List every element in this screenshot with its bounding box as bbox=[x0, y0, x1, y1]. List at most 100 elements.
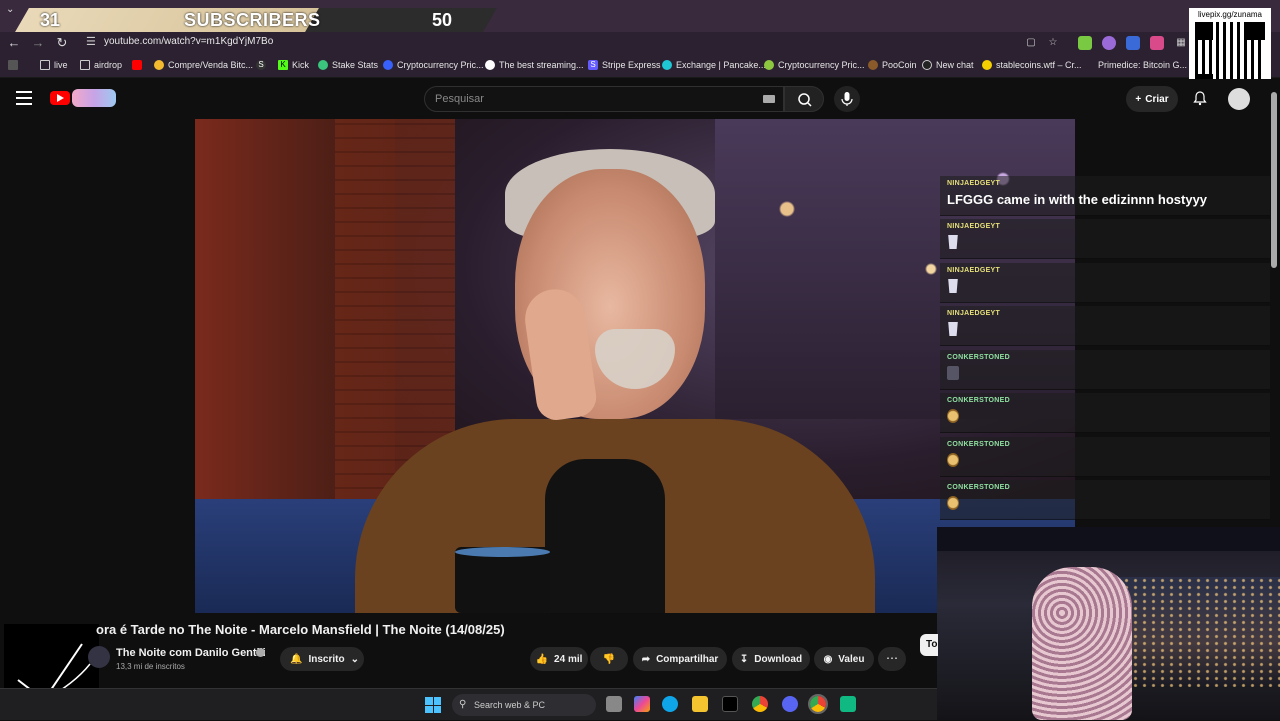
chevron-down-icon: ⌄ bbox=[350, 653, 359, 665]
subscriber-goal: 50 bbox=[432, 10, 453, 30]
thanks-button[interactable]: ◉ Valeu bbox=[814, 647, 874, 671]
poocoin-icon bbox=[868, 60, 878, 70]
windows-start-icon[interactable] bbox=[425, 697, 441, 713]
download-button[interactable]: ↧ Download bbox=[732, 647, 810, 671]
chat-message: NINJAEDGEYT bbox=[940, 263, 1270, 303]
bookmark-new-chat[interactable]: New chat bbox=[922, 60, 974, 70]
bookmarks-bar: live airdrop Compre/Venda Bitc... S K Kic… bbox=[0, 54, 1280, 78]
dislike-button[interactable]: 👎 bbox=[590, 647, 628, 671]
bookmark-stake[interactable]: S bbox=[256, 60, 266, 70]
account-avatar[interactable] bbox=[1228, 88, 1250, 110]
search-icon bbox=[798, 93, 812, 107]
url-field[interactable]: youtube.com/watch?v=m1KgdYjM7Bo bbox=[104, 36, 273, 47]
voice-search-button[interactable] bbox=[834, 86, 860, 112]
stablecoins-icon bbox=[982, 60, 992, 70]
notifications-bell-icon[interactable] bbox=[1192, 90, 1208, 106]
like-button[interactable]: 👍 24 mil bbox=[530, 647, 588, 671]
bookmark-airdrop[interactable]: airdrop bbox=[80, 60, 122, 70]
side-panel-button[interactable]: To bbox=[920, 634, 938, 656]
edge-icon[interactable] bbox=[662, 696, 678, 712]
bookmark-pancake[interactable]: Exchange | Pancake... bbox=[662, 60, 766, 70]
chat-message: NINJAEDGEYT bbox=[940, 219, 1270, 259]
browser-tab-bar: ⌄ 31 SUBSCRIBERS 50 bbox=[0, 0, 1280, 32]
chat-message: CONKERSTONED bbox=[940, 393, 1270, 433]
thumbs-down-icon: 👎 bbox=[602, 653, 616, 665]
keyboard-icon[interactable] bbox=[763, 95, 775, 103]
chat-message: CONKERSTONED bbox=[940, 437, 1270, 477]
cup-emote-icon bbox=[948, 322, 958, 336]
extension-pink-icon[interactable] bbox=[1150, 36, 1164, 50]
chat-text: LFGGG came in with the edizinnn hostyyy bbox=[947, 192, 1208, 207]
bookmark-poocoin[interactable]: PooCoin bbox=[868, 60, 917, 70]
channel-avatar[interactable] bbox=[88, 646, 110, 668]
chat-username: NINJAEDGEYT bbox=[947, 180, 1001, 187]
bookmark-stake-stats[interactable]: Stake Stats bbox=[318, 60, 378, 70]
youtube-logo-icon[interactable] bbox=[50, 91, 70, 105]
extension-blue-icon[interactable] bbox=[1126, 36, 1140, 50]
channel-name[interactable]: The Noite com Danilo Gentili bbox=[116, 647, 266, 659]
bookmark-youtube[interactable] bbox=[132, 60, 142, 70]
extension-green-icon[interactable] bbox=[1078, 36, 1092, 50]
back-arrow-icon[interactable]: ← bbox=[6, 35, 22, 51]
coingecko-icon bbox=[764, 60, 774, 70]
chat-username: CONKERSTONED bbox=[947, 484, 1010, 491]
subscribed-button[interactable]: 🔔 Inscrito ⌄ bbox=[280, 647, 364, 671]
bookmark-kick[interactable]: K Kick bbox=[278, 60, 309, 70]
app-green-icon[interactable] bbox=[840, 696, 856, 712]
chrome-profile-icon[interactable] bbox=[808, 694, 828, 714]
avatar-emote-icon bbox=[947, 366, 959, 380]
site-info-icon[interactable]: ☰ bbox=[86, 35, 96, 48]
bookmark-star-icon[interactable]: ☆ bbox=[1046, 36, 1060, 50]
search-icon: ⚲ bbox=[459, 699, 467, 710]
search-input[interactable]: Pesquisar bbox=[424, 86, 784, 112]
extension-purple-icon[interactable] bbox=[1102, 36, 1116, 50]
chat-username: NINJAEDGEYT bbox=[947, 223, 1001, 230]
stake-icon: S bbox=[256, 60, 266, 70]
binance-icon bbox=[154, 60, 164, 70]
download-icon: ↧ bbox=[739, 653, 749, 665]
bookmark-stripe[interactable]: S Stripe Express bbox=[588, 60, 661, 70]
bookmark-live[interactable]: live bbox=[40, 60, 68, 70]
chrome-icon[interactable] bbox=[752, 696, 768, 712]
discord-icon[interactable] bbox=[782, 696, 798, 712]
install-app-icon[interactable]: ▢ bbox=[1024, 36, 1038, 50]
apps-grid-icon[interactable] bbox=[8, 60, 18, 70]
page-scrollbar[interactable] bbox=[1271, 92, 1277, 268]
youtube-doodle[interactable] bbox=[72, 89, 116, 107]
bookmark-stablecoins[interactable]: stablecoins.wtf – Cr... bbox=[982, 60, 1082, 70]
subscriber-label: SUBSCRIBERS bbox=[184, 10, 321, 30]
folder-icon bbox=[80, 60, 90, 70]
taskbar-search[interactable]: ⚲ Search web & PC bbox=[452, 694, 596, 716]
plus-icon: + bbox=[1135, 93, 1142, 105]
search-button[interactable] bbox=[784, 86, 824, 112]
folder-icon bbox=[40, 60, 50, 70]
more-actions-icon[interactable]: ⋯ bbox=[878, 647, 906, 671]
subscriber-goal-overlay: 31 SUBSCRIBERS 50 bbox=[0, 8, 497, 32]
copilot-icon[interactable] bbox=[634, 696, 650, 712]
cup-emote-icon bbox=[948, 235, 958, 249]
bookmark-coingecko[interactable]: Cryptocurrency Pric... bbox=[764, 60, 865, 70]
bookmark-streaming[interactable]: The best streaming... bbox=[485, 60, 584, 70]
task-view-icon[interactable] bbox=[606, 696, 622, 712]
extensions-puzzle-icon[interactable]: ▦ bbox=[1174, 36, 1188, 50]
streaming-icon bbox=[485, 60, 495, 70]
chat-username: CONKERSTONED bbox=[947, 397, 1010, 404]
youtube-icon bbox=[132, 60, 142, 70]
pancake-icon bbox=[662, 60, 672, 70]
create-button[interactable]: + Criar bbox=[1126, 86, 1178, 112]
forward-arrow-icon[interactable]: → bbox=[30, 35, 46, 51]
file-explorer-icon[interactable] bbox=[692, 696, 708, 712]
openai-icon bbox=[922, 60, 932, 70]
share-button[interactable]: ➦ Compartilhar bbox=[633, 647, 727, 671]
bookmark-binance[interactable]: Compre/Venda Bitc... bbox=[154, 60, 253, 70]
kick-icon: K bbox=[278, 60, 288, 70]
face-emote-icon bbox=[947, 496, 959, 510]
tiktok-icon[interactable] bbox=[722, 696, 738, 712]
reload-icon[interactable]: ↻ bbox=[54, 35, 70, 51]
chat-username: CONKERSTONED bbox=[947, 441, 1010, 448]
bookmark-primedice[interactable]: Primedice: Bitcoin G... bbox=[1098, 60, 1187, 70]
hamburger-menu-icon[interactable] bbox=[16, 91, 32, 105]
share-icon: ➦ bbox=[641, 653, 651, 665]
qr-caption: livepix.gg/zunama bbox=[1197, 10, 1263, 19]
bookmark-cmc[interactable]: Cryptocurrency Pric... bbox=[383, 60, 484, 70]
